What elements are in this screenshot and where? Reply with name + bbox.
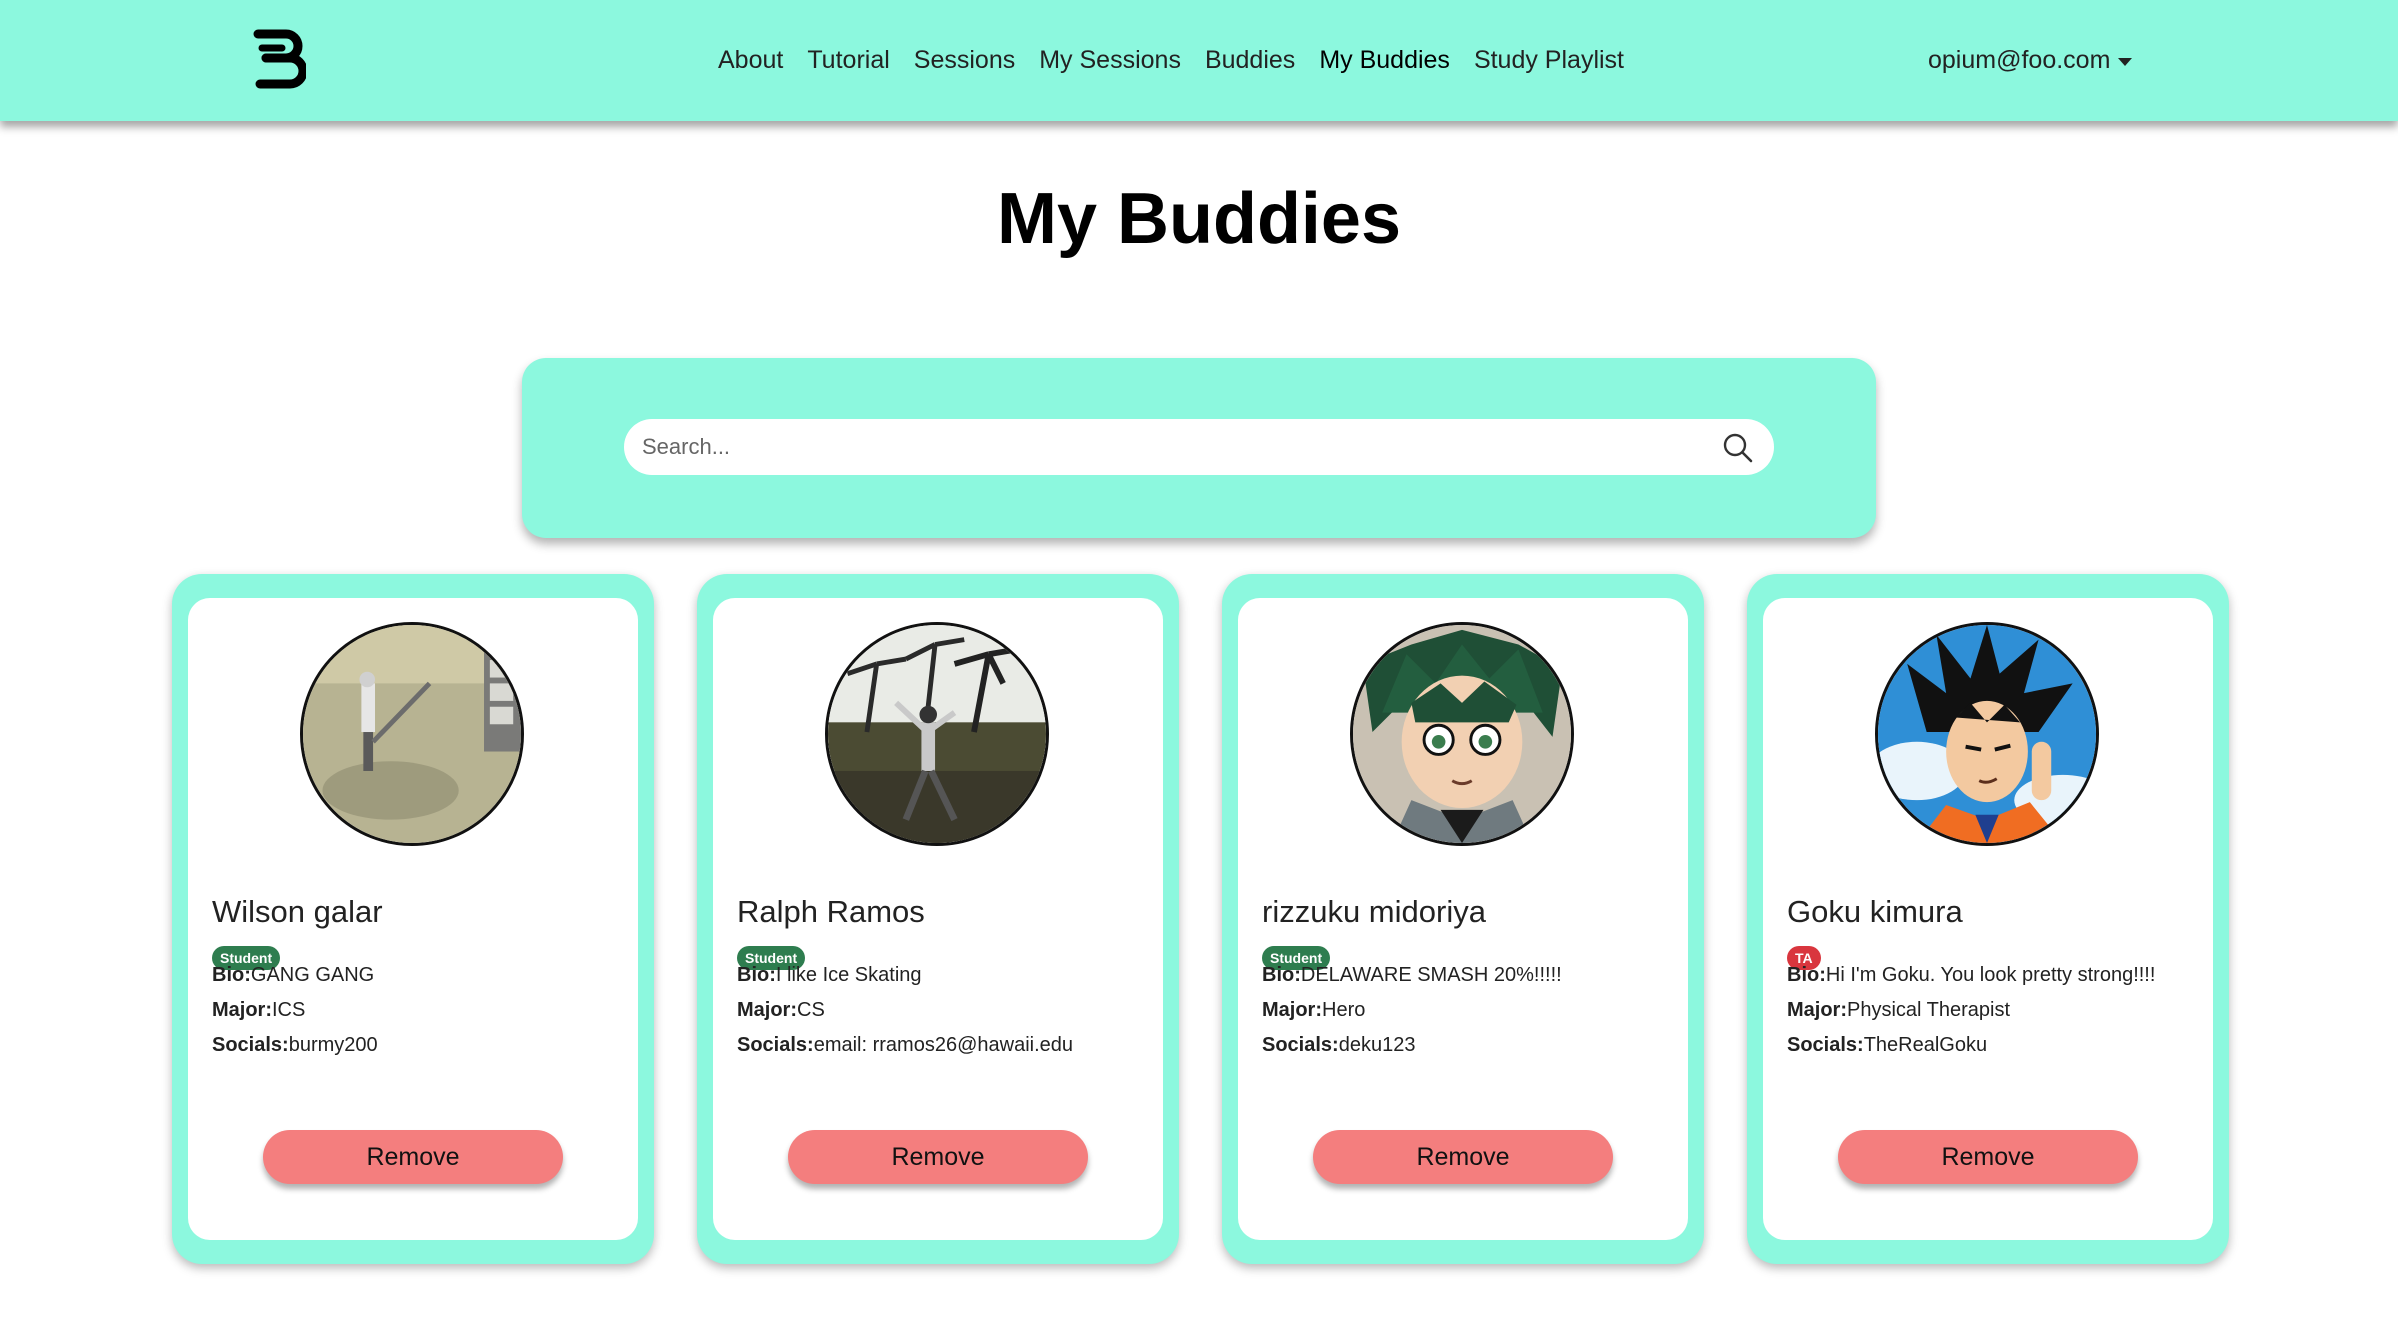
user-dropdown[interactable]: opium@foo.com — [1928, 0, 2133, 121]
buddy-major: Major:Hero — [1262, 999, 1365, 1022]
buddy-bio: Bio:Hi I'm Goku. You look pretty strong!… — [1787, 964, 2155, 987]
buddy-name: Goku kimura — [1787, 894, 1963, 929]
bio-value: Hi I'm Goku. You look pretty strong!!!! — [1825, 964, 2156, 986]
socials-label: Socials: — [212, 1034, 289, 1056]
socials-value: email: rramos26@hawaii.edu — [813, 1034, 1074, 1056]
buddy-socials: Socials:TheRealGoku — [1787, 1034, 1987, 1057]
navbar: About Tutorial Sessions My Sessions Budd… — [0, 0, 2398, 121]
buddy-card-body: Ralph Ramos Student Bio:I like Ice Skati… — [713, 598, 1163, 1240]
nav-link-about[interactable]: About — [718, 46, 783, 75]
socials-label: Socials: — [1262, 1034, 1339, 1056]
socials-value: deku123 — [1338, 1034, 1416, 1056]
bio-label: Bio: — [737, 964, 776, 986]
buddy-bio: Bio:GANG GANG — [212, 964, 374, 987]
buddy-name: Ralph Ramos — [737, 894, 925, 929]
buddy-socials: Socials:deku123 — [1262, 1034, 1415, 1057]
buddy-card: Goku kimura TA Bio:Hi I'm Goku. You look… — [1747, 574, 2229, 1264]
search-panel — [522, 358, 1876, 538]
search-input[interactable] — [624, 419, 1714, 475]
major-label: Major: — [1262, 999, 1322, 1021]
buddy-card-body: Goku kimura TA Bio:Hi I'm Goku. You look… — [1763, 598, 2213, 1240]
major-label: Major: — [212, 999, 272, 1021]
nav-link-my-sessions[interactable]: My Sessions — [1039, 46, 1181, 75]
avatar — [1350, 622, 1574, 846]
major-value: CS — [797, 999, 825, 1021]
nav-link-sessions[interactable]: Sessions — [914, 46, 1015, 75]
major-value: ICS — [272, 999, 306, 1021]
bio-value: I like Ice Skating — [775, 964, 922, 986]
buddy-bio: Bio:DELAWARE SMASH 20%!!!!! — [1262, 964, 1562, 987]
buddy-bio: Bio:I like Ice Skating — [737, 964, 922, 987]
bio-value: DELAWARE SMASH 20%!!!!! — [1300, 964, 1562, 986]
socials-label: Socials: — [1787, 1034, 1864, 1056]
bio-label: Bio: — [1262, 964, 1301, 986]
buddy-socials: Socials:burmy200 — [212, 1034, 378, 1057]
buddy-card: Ralph Ramos Student Bio:I like Ice Skati… — [697, 574, 1179, 1264]
socials-value: burmy200 — [288, 1034, 378, 1056]
buddy-name: rizzuku midoriya — [1262, 894, 1486, 929]
nav-link-my-buddies[interactable]: My Buddies — [1319, 46, 1450, 75]
buddy-major: Major:CS — [737, 999, 825, 1022]
caret-down-icon — [2118, 57, 2133, 66]
user-email: opium@foo.com — [1928, 46, 2111, 74]
nav-link-study-playlist[interactable]: Study Playlist — [1474, 46, 1624, 75]
nav-link-tutorial[interactable]: Tutorial — [807, 46, 889, 75]
major-label: Major: — [1787, 999, 1847, 1021]
study-buddy-logo-icon[interactable] — [252, 28, 308, 92]
buddy-card: Wilson galar Student Bio:GANG GANG Major… — [172, 574, 654, 1264]
search-icon[interactable] — [1722, 432, 1754, 464]
nav-links: About Tutorial Sessions My Sessions Budd… — [718, 0, 1624, 121]
bio-label: Bio: — [1787, 964, 1826, 986]
buddy-major: Major:Physical Therapist — [1787, 999, 2010, 1022]
remove-button[interactable]: Remove — [788, 1130, 1088, 1184]
bio-label: Bio: — [212, 964, 251, 986]
buddy-card-body: rizzuku midoriya Student Bio:DELAWARE SM… — [1238, 598, 1688, 1240]
avatar — [825, 622, 1049, 846]
buddy-card-body: Wilson galar Student Bio:GANG GANG Major… — [188, 598, 638, 1240]
avatar — [1875, 622, 2099, 846]
buddy-socials: Socials:email: rramos26@hawaii.edu — [737, 1034, 1073, 1057]
buddy-name: Wilson galar — [212, 894, 383, 929]
major-value: Physical Therapist — [1847, 999, 2011, 1021]
page-title: My Buddies — [996, 179, 1402, 259]
buddy-card: rizzuku midoriya Student Bio:DELAWARE SM… — [1222, 574, 1704, 1264]
socials-value: TheRealGoku — [1863, 1034, 1988, 1056]
remove-button[interactable]: Remove — [1838, 1130, 2138, 1184]
search-box — [624, 419, 1774, 475]
socials-label: Socials: — [737, 1034, 814, 1056]
buddy-major: Major:ICS — [212, 999, 305, 1022]
major-value: Hero — [1322, 999, 1366, 1021]
remove-button[interactable]: Remove — [263, 1130, 563, 1184]
bio-value: GANG GANG — [250, 964, 375, 986]
nav-link-buddies[interactable]: Buddies — [1205, 46, 1295, 75]
remove-button[interactable]: Remove — [1313, 1130, 1613, 1184]
avatar — [300, 622, 524, 846]
major-label: Major: — [737, 999, 797, 1021]
